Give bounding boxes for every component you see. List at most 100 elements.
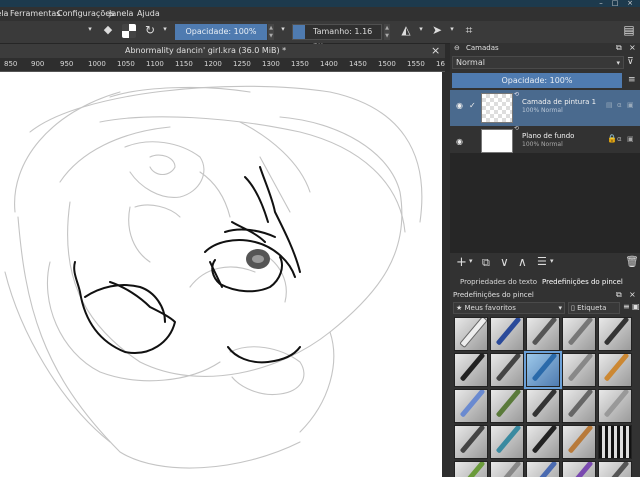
visibility-eye-icon[interactable]: ◉ xyxy=(456,101,463,110)
brush-preset[interactable] xyxy=(562,461,596,477)
alpha-icon[interactable]: α xyxy=(617,135,622,143)
chevron-down-icon[interactable]: ▾ xyxy=(86,25,94,33)
ruler-tick-label: 1100 xyxy=(146,60,164,68)
move-down-icon[interactable]: ∨ xyxy=(500,255,509,269)
brush-preset[interactable] xyxy=(562,317,596,351)
brush-opacity-slider[interactable]: Opacidade: 100% xyxy=(175,24,267,40)
brush-preset[interactable] xyxy=(526,317,560,351)
menu-icon[interactable]: ≡ xyxy=(628,75,636,85)
reset-icon[interactable]: ↻ xyxy=(143,23,157,37)
brush-preset[interactable] xyxy=(598,353,632,387)
drawing-canvas[interactable] xyxy=(0,72,442,477)
inherit-alpha-icon[interactable]: ▣ xyxy=(627,101,634,109)
brush-preset[interactable] xyxy=(490,389,524,423)
alpha-icon[interactable]: α xyxy=(617,101,622,109)
blend-mode-select[interactable]: Normal ▾ xyxy=(452,56,624,69)
eraser-icon[interactable]: ◆ xyxy=(101,23,115,36)
canvas-vertical-scrollbar[interactable] xyxy=(442,72,450,477)
brush-preset[interactable] xyxy=(598,317,632,351)
brush-preset[interactable] xyxy=(562,425,596,459)
opacity-spinner[interactable]: ▲ ▼ xyxy=(268,24,274,40)
brush-preset[interactable] xyxy=(526,461,560,477)
close-tab-icon[interactable]: × xyxy=(431,44,440,57)
close-panel-icon[interactable]: × xyxy=(629,43,636,52)
menu-icon[interactable]: ≡ xyxy=(623,302,630,311)
brush-preset[interactable] xyxy=(454,425,488,459)
duplicate-layer-icon[interactable]: ⧉ xyxy=(482,256,490,270)
float-panel-icon[interactable]: ⧉ xyxy=(616,43,622,53)
brush-preset[interactable] xyxy=(454,353,488,387)
brush-preset[interactable] xyxy=(490,353,524,387)
tag-button[interactable]: ▯ Etiqueta xyxy=(568,302,620,314)
layer-thumbnail xyxy=(481,129,513,153)
maximize-icon[interactable]: □ xyxy=(610,0,620,7)
lock-icon[interactable]: 🔒 xyxy=(607,134,617,143)
brush-preset[interactable] xyxy=(598,389,632,423)
brush-preset-selected[interactable] xyxy=(524,351,562,389)
layer-properties: 100% Normal xyxy=(522,107,563,114)
size-spinner[interactable]: ▲ ▼ xyxy=(384,24,390,40)
brush-preset[interactable] xyxy=(490,317,524,351)
brush-preset[interactable] xyxy=(598,425,632,459)
panel-layout-icon[interactable]: ▤ xyxy=(622,23,636,37)
layer-name: Plano de fundo xyxy=(522,132,575,140)
brush-preset[interactable] xyxy=(454,317,488,351)
filter-icon[interactable]: ⊽ xyxy=(627,57,634,67)
crop-icon[interactable]: ⌗ xyxy=(462,23,476,38)
visibility-eye-icon[interactable]: ◉ xyxy=(456,137,463,146)
lock-icon[interactable]: ▤ xyxy=(606,101,613,109)
ruler-tick-label: 16 xyxy=(436,60,445,68)
chevron-down-icon[interactable]: ▾ xyxy=(417,25,425,33)
chevron-down-icon[interactable]: ▾ xyxy=(279,25,287,33)
minimize-icon[interactable]: – xyxy=(596,0,606,7)
chevron-down-icon[interactable]: ▾ xyxy=(161,25,169,33)
tab-text-properties[interactable]: Propriedades do texto xyxy=(460,276,537,289)
brush-preset[interactable] xyxy=(562,389,596,423)
brush-preset[interactable] xyxy=(526,389,560,423)
mirror-horizontal-icon[interactable]: ◭ xyxy=(398,23,414,37)
ruler-tick-label: 850 xyxy=(4,60,18,68)
view-mode-icon[interactable]: ▣ xyxy=(632,302,640,311)
close-panel-icon[interactable]: × xyxy=(629,290,636,299)
chevron-down-icon[interactable]: ▾ xyxy=(469,257,473,265)
stabilizer-icon[interactable]: ➤ xyxy=(430,23,444,37)
menu-item-help[interactable]: Ajuda xyxy=(137,9,160,18)
brush-preset[interactable] xyxy=(454,389,488,423)
document-tab[interactable]: Abnormality dancin' girl.kra (36.0 MiB) … xyxy=(0,44,445,58)
move-up-icon[interactable]: ∧ xyxy=(518,255,527,269)
brush-preset[interactable] xyxy=(598,461,632,477)
layer-row[interactable]: ◉ ✓ ⟲ Camada de pintura 1 100% Normal ▤ … xyxy=(450,90,640,126)
menu-item-settings[interactable]: Configurações xyxy=(57,9,114,18)
brush-size-slider[interactable]: Tamanho: 1.16 px xyxy=(292,24,382,50)
brush-preset[interactable] xyxy=(490,461,524,477)
layer-opacity-slider[interactable]: Opacidade: 100% xyxy=(452,73,622,88)
chevron-down-icon[interactable]: ▾ xyxy=(550,257,554,265)
close-window-icon[interactable]: × xyxy=(625,0,635,7)
brush-preset[interactable] xyxy=(562,353,596,387)
menu-item-window-partial[interactable]: Janela xyxy=(0,9,8,18)
checkmark-icon[interactable]: ✓ xyxy=(469,101,476,110)
float-panel-icon[interactable]: ⧉ xyxy=(616,290,622,300)
chevron-down-icon[interactable]: ▾ xyxy=(448,25,456,33)
brush-preset[interactable] xyxy=(526,425,560,459)
ruler-tick-label: 1150 xyxy=(175,60,193,68)
favorites-label: Meus favoritos xyxy=(464,304,516,312)
menu-item-window[interactable]: Janela xyxy=(109,9,133,18)
window-title-bar: – □ × xyxy=(0,0,640,7)
favorites-tag-select[interactable]: ★ Meus favoritos ▾ xyxy=(453,302,565,314)
tab-brush-presets[interactable]: Predefinições do pincel xyxy=(542,276,623,289)
brush-presets-title: Predefinições do pincel xyxy=(453,291,534,299)
delete-layer-icon[interactable]: 🗑 xyxy=(625,255,639,268)
menu-item-tools[interactable]: Ferramentas xyxy=(10,9,60,18)
brush-presets-grid xyxy=(454,317,634,477)
brush-preset[interactable] xyxy=(454,461,488,477)
inherit-alpha-icon[interactable]: ▣ xyxy=(627,135,634,143)
alpha-lock-icon[interactable] xyxy=(122,24,136,38)
layer-thumbnail xyxy=(481,93,513,123)
ruler-tick-label: 1000 xyxy=(88,60,106,68)
brush-preset[interactable] xyxy=(490,425,524,459)
sketch-artwork xyxy=(4,85,423,469)
add-layer-icon[interactable]: + xyxy=(456,255,467,270)
star-icon: ★ xyxy=(456,304,465,312)
layer-properties-icon[interactable]: ☰ xyxy=(537,255,547,268)
